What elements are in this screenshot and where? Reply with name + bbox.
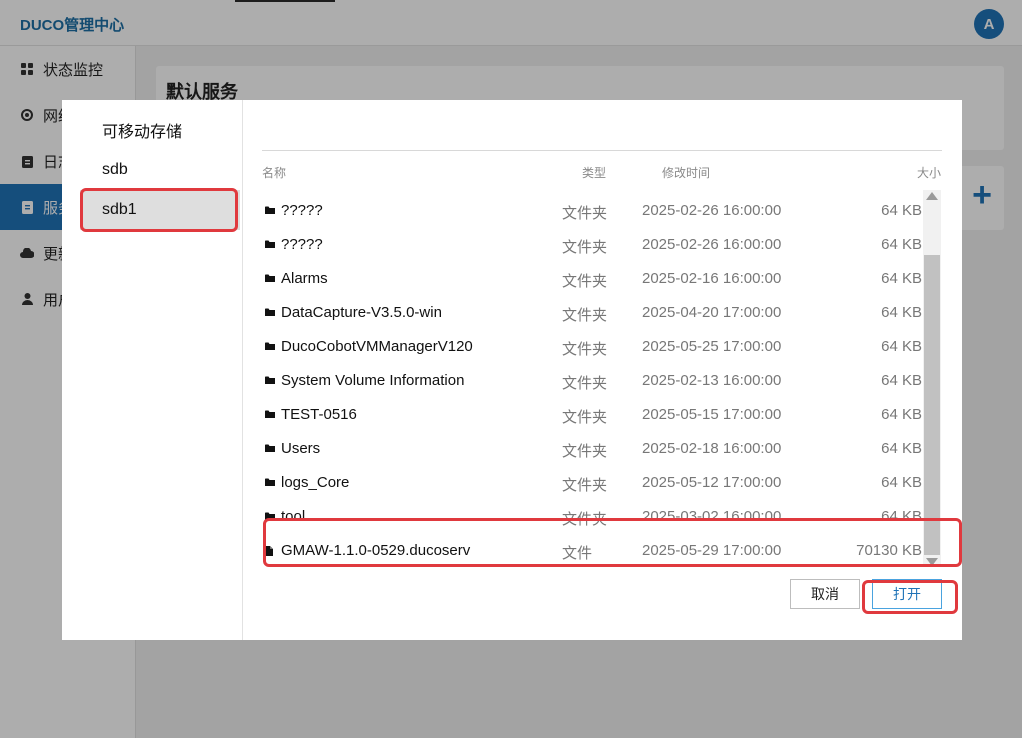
file-size: 64 KB [881,372,922,389]
file-type: 文件夹 [562,273,608,290]
file-name: ????? [281,236,323,253]
file-size: 64 KB [881,338,922,355]
highlight-box-drive [80,188,238,232]
scroll-thumb[interactable] [924,255,940,555]
file-size: 64 KB [881,270,922,287]
file-row[interactable]: System Volume Information 文件夹 2025-02-13 1… [262,364,922,398]
file-row[interactable]: ????? 文件夹 2025-02-26 16:00:00 64 KB [262,228,922,262]
file-name: DataCapture-V3.5.0-win [281,304,442,321]
file-type: 文件夹 [562,307,608,324]
file-type: 文件夹 [562,205,608,222]
file-name: System Volume Information [281,372,465,389]
column-header-type[interactable]: 类型 [582,164,606,181]
file-modified: 2025-02-13 16:00:00 [642,372,782,389]
file-size: 64 KB [881,236,922,253]
file-type: 文件夹 [562,341,608,358]
column-header-name[interactable]: 名称 [262,164,286,181]
file-modified: 2025-05-25 17:00:00 [642,338,782,355]
drive-item-removable[interactable]: 可移动存储 [80,110,240,150]
file-row[interactable]: DataCapture-V3.5.0-win 文件夹 2025-04-20 17:0… [262,296,922,330]
file-modified: 2025-02-26 16:00:00 [642,202,782,219]
highlight-box-open [862,580,958,614]
file-type: 文件夹 [562,239,608,256]
column-header-modified[interactable]: 修改时间 [662,164,710,181]
folder-icon [265,376,275,387]
folder-icon [265,308,275,319]
folder-icon [265,274,275,285]
drive-list: 可移动存储 sdb sdb1 [62,100,243,640]
column-header-size[interactable]: 大小 [917,164,941,181]
file-name: ????? [281,202,323,219]
file-size: 64 KB [881,304,922,321]
file-row[interactable]: Alarms 文件夹 2025-02-16 16:00:00 64 KB [262,262,922,296]
file-row[interactable]: logs_Core 文件夹 2025-05-12 17:00:00 64 KB [262,466,922,500]
folder-icon [265,342,275,353]
folder-icon [265,478,275,489]
file-row[interactable]: DucoCobotVMManagerV120 文件夹 2025-05-25 17:0… [262,330,922,364]
file-row[interactable]: TEST-0516 文件夹 2025-05-15 17:00:00 64 KB [262,398,922,432]
scroll-up-arrow-icon[interactable] [926,192,938,200]
file-modified: 2025-05-15 17:00:00 [642,406,782,423]
drive-label: sdb [102,161,128,178]
file-name: Users [281,440,321,457]
file-name: TEST-0516 [281,406,357,423]
scrollbar[interactable] [923,190,941,566]
folder-icon [265,206,275,217]
file-name: logs_Core [281,474,350,491]
file-list: ????? 文件夹 2025-02-26 16:00:00 64 KB????? 文件夹… [262,194,922,566]
file-type: 文件夹 [562,443,608,460]
drive-item-sdb[interactable]: sdb [80,150,240,190]
file-modified: 2025-04-20 17:00:00 [642,304,782,321]
file-type: 文件夹 [562,409,608,426]
file-name: DucoCobotVMManagerV120 [281,338,473,355]
folder-icon [265,444,275,455]
file-type: 文件夹 [562,375,608,392]
folder-icon [265,240,275,251]
file-size: 64 KB [881,406,922,423]
file-type: 文件夹 [562,477,608,494]
file-modified: 2025-02-26 16:00:00 [642,236,782,253]
file-size: 64 KB [881,202,922,219]
drive-label: 可移动存储 [102,124,183,141]
file-row[interactable]: ????? 文件夹 2025-02-26 16:00:00 64 KB [262,194,922,228]
file-row[interactable]: Users 文件夹 2025-02-18 16:00:00 64 KB [262,432,922,466]
cancel-button[interactable]: 取消 [790,579,860,609]
file-modified: 2025-02-18 16:00:00 [642,440,782,457]
file-modified: 2025-02-16 16:00:00 [642,270,782,287]
file-size: 64 KB [881,440,922,457]
highlight-box-file [263,518,962,567]
file-name: Alarms [281,270,328,287]
file-modified: 2025-05-12 17:00:00 [642,474,782,491]
folder-icon [265,410,275,421]
file-size: 64 KB [881,474,922,491]
divider [262,150,942,151]
